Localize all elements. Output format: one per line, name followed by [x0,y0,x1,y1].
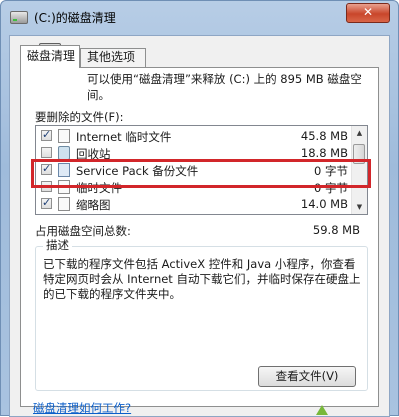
checkbox[interactable] [41,128,52,141]
scroll-up-icon[interactable]: ▲ [352,126,367,140]
tab-disk-cleanup[interactable]: 磁盘清理 [20,45,80,68]
drive-icon [10,11,28,24]
tab-other-options[interactable]: 其他选项 [80,48,146,67]
description-text: 已下载的程序文件包括 ActiveX 控件和 Java 小程序，你查看特定网页时… [43,257,361,301]
watermark-icon [316,395,328,415]
scroll-down-icon[interactable]: ▼ [352,200,367,214]
file-size: 14.0 MB [300,197,348,211]
recycle-bin-icon [58,146,70,160]
list-item[interactable]: Internet 临时文件 45.8 MB [36,128,352,145]
file-size: 45.8 MB [300,129,348,143]
file-icon [58,129,70,143]
close-button[interactable]: ✕ [346,3,390,23]
window-title: (C:)的磁盘清理 [34,11,116,25]
file-name: Internet 临时文件 [76,130,172,144]
help-link[interactable]: 磁盘清理如何工作? [33,400,131,416]
file-name: 缩略图 [76,198,111,212]
checkbox[interactable] [41,196,52,209]
total-space-value: 59.8 MB [312,223,360,237]
file-icon [58,197,70,211]
list-item[interactable]: 缩略图 14.0 MB [36,196,352,213]
file-size: 18.8 MB [300,146,348,160]
files-to-delete-label: 要删除的文件(F): [35,110,124,124]
title-bar[interactable]: (C:)的磁盘清理 ✕ [1,1,398,33]
view-files-button[interactable]: 查看文件(V) [258,366,356,387]
intro-text: 可以使用“磁盘清理”来释放 (C:) 上的 895 MB 磁盘空间。 [87,72,362,102]
highlight-annotation [31,159,371,188]
checkbox[interactable] [41,147,52,158]
description-legend: 描述 [43,237,72,253]
disk-cleanup-window: (C:)的磁盘清理 ✕ 磁盘清理 其他选项 可以使用“磁盘清理”来释放 (C:)… [0,0,399,417]
